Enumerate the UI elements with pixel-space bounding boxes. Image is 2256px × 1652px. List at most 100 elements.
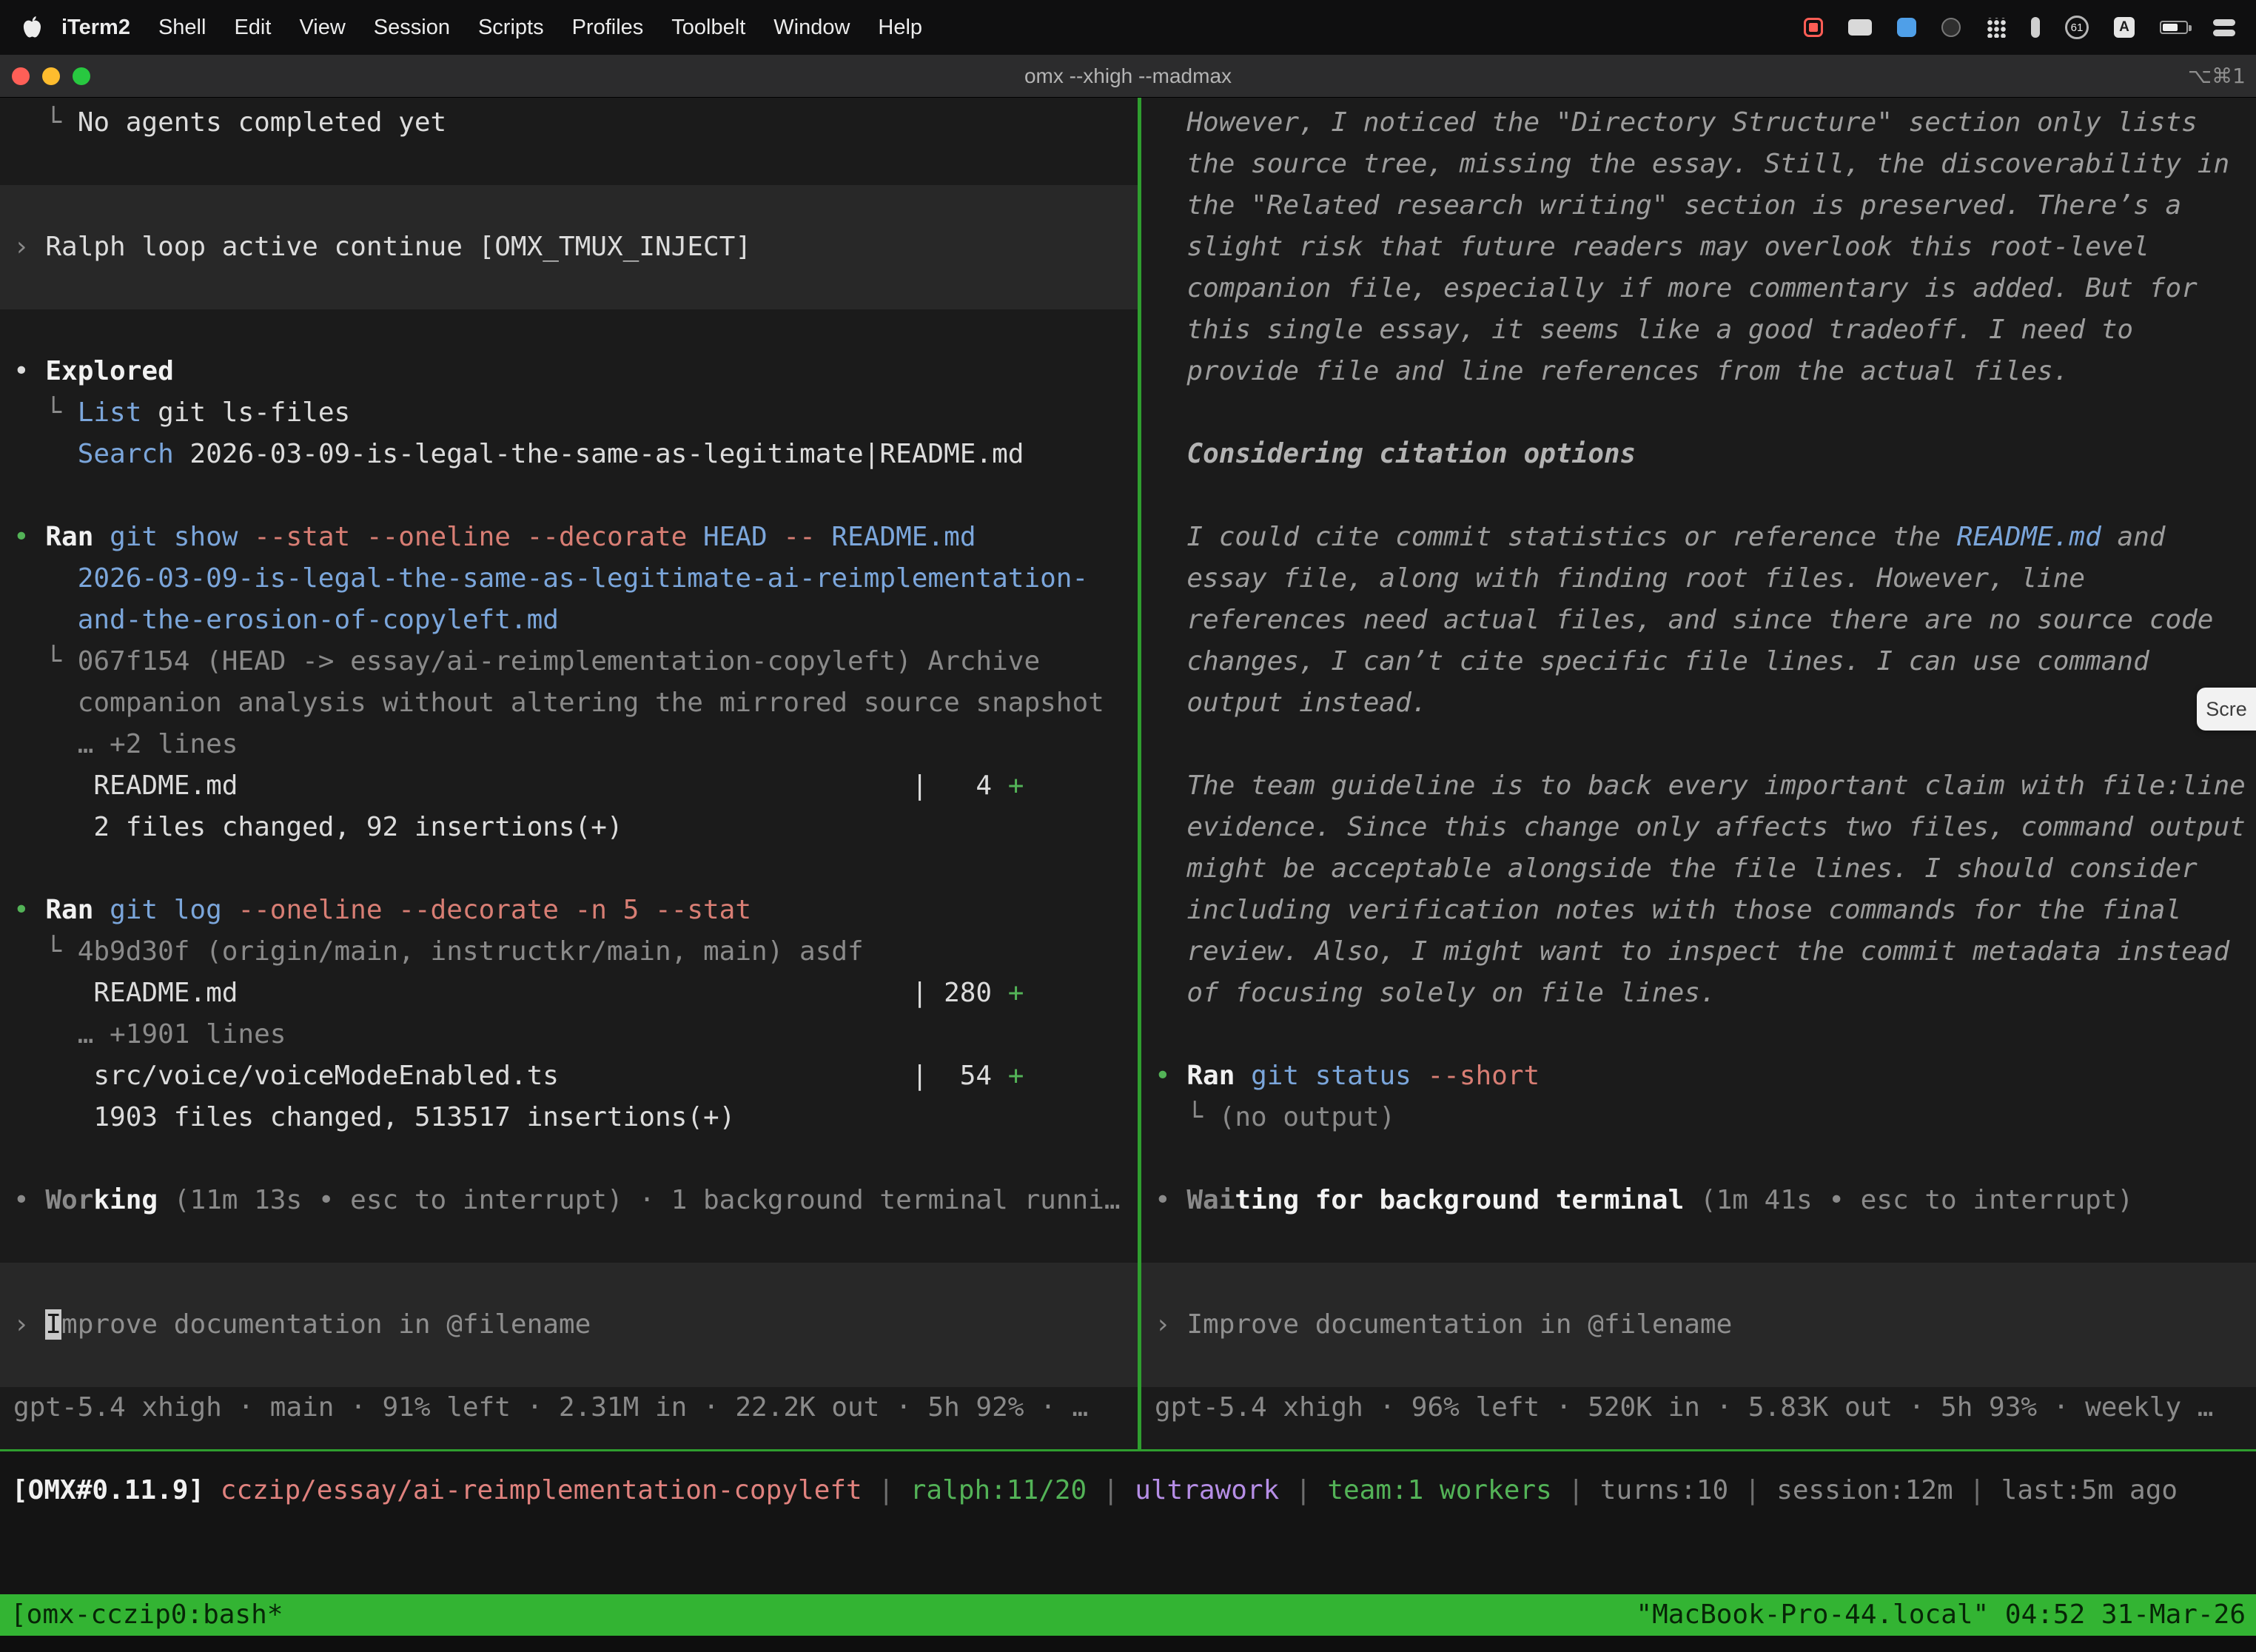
- terminal-line: changes, I can’t cite specific file line…: [1141, 641, 2256, 682]
- tmux-session-window[interactable]: [omx-cczip0:bash*: [10, 1594, 283, 1636]
- text-segment: However, I noticed the "Directory Struct…: [1155, 107, 2198, 138]
- status-segment: [OMX#0.11.9]: [12, 1475, 221, 1505]
- prompt-input[interactable]: › Improve documentation in @filename: [0, 1304, 1138, 1346]
- terminal-pane-right[interactable]: However, I noticed the "Directory Struct…: [1141, 98, 2256, 1449]
- text-segment: --oneline --decorate -n 5 --stat: [222, 895, 751, 925]
- text-segment: ting for background terminal: [1235, 1185, 1684, 1215]
- terminal-line: [1141, 392, 2256, 434]
- thinking-heading: Considering citation options: [1141, 434, 2256, 475]
- status-segment: session:12m: [1776, 1475, 1953, 1505]
- battery-icon[interactable]: [2160, 21, 2188, 34]
- terminal-line: README.md | 4 +: [0, 765, 1138, 807]
- text-segment: README.md: [816, 522, 976, 552]
- session-stats: gpt-5.4 xhigh · 96% left · 520K in · 5.8…: [1141, 1387, 2256, 1428]
- text-segment: Ran: [1186, 1061, 1235, 1091]
- input-source-a-icon[interactable]: A: [2114, 17, 2135, 38]
- menu-item-session[interactable]: Session: [360, 16, 464, 40]
- text-segment: --stat --oneline --decorate: [238, 522, 687, 552]
- text-segment: … +2 lines: [13, 729, 238, 759]
- text-segment: 2 files changed, 92 insertions(+): [13, 812, 623, 842]
- menu-item-window[interactable]: Window: [759, 16, 864, 40]
- app-icon-dark[interactable]: [1941, 18, 1961, 37]
- terminal-line: including verification notes with those …: [1141, 890, 2256, 931]
- text-segment: README.md | 280: [13, 978, 1008, 1008]
- terminal-line: … +1901 lines: [0, 1014, 1138, 1055]
- terminal-line: slight risk that future readers may over…: [1141, 226, 2256, 268]
- menu-item-edit[interactable]: Edit: [220, 16, 285, 40]
- text-segment: README.md | 4: [13, 770, 1008, 801]
- terminal-line: 2 files changed, 92 insertions(+): [0, 807, 1138, 848]
- text-segment: Improve documentation in @filename: [1186, 1309, 1732, 1340]
- screen-recording-icon[interactable]: [1804, 18, 1823, 37]
- text-segment: Ran: [45, 522, 93, 552]
- text-segment: gpt-5.4 xhigh · 96% left · 520K in · 5.8…: [1155, 1392, 2213, 1423]
- menu-item-help[interactable]: Help: [864, 16, 936, 40]
- session-stats: gpt-5.4 xhigh · main · 91% left · 2.31M …: [0, 1387, 1138, 1428]
- text-segment: └: [13, 397, 78, 428]
- terminal-line: essay file, along with finding root file…: [1141, 558, 2256, 600]
- text-segment: including verification notes with those …: [1155, 895, 2181, 925]
- text-segment: mprove documentation in @filename: [61, 1309, 591, 1340]
- text-segment: Considering citation options: [1155, 439, 1636, 469]
- terminal-line: [0, 1221, 1138, 1263]
- dots-grid-icon[interactable]: [1986, 18, 2006, 38]
- menu-item-profiles[interactable]: Profiles: [558, 16, 658, 40]
- terminal-line: [1141, 475, 2256, 517]
- status-segment: last:5m ago: [2001, 1475, 2178, 1505]
- app-icon-blue[interactable]: [1897, 18, 1916, 37]
- terminal-line: 2026-03-09-is-legal-the-same-as-legitima…: [0, 558, 1138, 600]
- terminal-line: [1141, 1221, 2256, 1263]
- tmux-host-clock: "MacBook-Pro-44.local" 04:52 31-Mar-26: [1636, 1594, 2246, 1636]
- text-segment: the source tree, missing the essay. Stil…: [1155, 149, 2229, 179]
- text-segment: evidence. Since this change only affects…: [1155, 812, 2246, 842]
- terminal-line: of focusing solely on file lines.: [1141, 973, 2256, 1014]
- terminal-line: [1141, 1138, 2256, 1180]
- menu-item-shell[interactable]: Shell: [144, 16, 221, 40]
- terminal-line: README.md | 280 +: [0, 973, 1138, 1014]
- terminal-line: However, I noticed the "Directory Struct…: [1141, 102, 2256, 144]
- text-segment: … +1901 lines: [13, 1019, 286, 1050]
- text-segment: slight risk that future readers may over…: [1155, 232, 2149, 262]
- terminal-line: references need actual files, and since …: [1141, 600, 2256, 641]
- window-title: omx --xhigh --madmax: [0, 55, 2256, 98]
- text-segment: and: [2101, 522, 2166, 552]
- terminal-line: might be acceptable alongside the file l…: [1141, 848, 2256, 890]
- text-segment: src/voice/voiceModeEnabled.ts | 54: [13, 1061, 1008, 1091]
- prompt-input[interactable]: › Improve documentation in @filename: [1141, 1304, 2256, 1346]
- terminal-line: └ 4b9d30f (origin/main, instructkr/main,…: [0, 931, 1138, 973]
- status-segment: |: [1728, 1475, 1776, 1505]
- text-segment: king: [93, 1185, 158, 1215]
- apple-menu-icon[interactable]: [21, 16, 43, 38]
- status-working: • Working (11m 13s • esc to interrupt) ·…: [0, 1180, 1138, 1221]
- control-center-icon[interactable]: [2213, 19, 2235, 36]
- text-segment: Wor: [45, 1185, 93, 1215]
- text-segment: ›: [13, 232, 45, 262]
- terminal-pane-left[interactable]: └ No agents completed yet› Ralph loop ac…: [0, 98, 1138, 1449]
- terminal-line: [1141, 1263, 2256, 1304]
- text-segment: provide file and line references from th…: [1155, 356, 2069, 386]
- text-segment: 2026-03-09-is-legal-the-same-as-legitima…: [13, 563, 1088, 594]
- explored-header: • Explored: [0, 351, 1138, 392]
- text-segment: •: [1155, 1061, 1186, 1091]
- badge-61-icon[interactable]: 61: [2065, 16, 2089, 39]
- text-segment: No agents completed yet: [78, 107, 447, 138]
- menu-item-scripts[interactable]: Scripts: [464, 16, 558, 40]
- terminal-line: [0, 848, 1138, 890]
- key-icon[interactable]: [2031, 17, 2040, 38]
- menu-item-toolbelt[interactable]: Toolbelt: [657, 16, 759, 40]
- text-segment: this single essay, it seems like a good …: [1155, 315, 2133, 345]
- text-segment: •: [13, 1185, 45, 1215]
- terminal-line: 1903 files changed, 513517 insertions(+): [0, 1097, 1138, 1138]
- text-segment: •: [13, 356, 45, 386]
- screen-share-tab[interactable]: Scre: [2197, 688, 2256, 731]
- keyboard-icon[interactable]: [1848, 19, 1872, 36]
- terminal-line: the source tree, missing the essay. Stil…: [1141, 144, 2256, 185]
- terminal-line: [0, 1138, 1138, 1180]
- status-waiting: • Waiting for background terminal (1m 41…: [1141, 1180, 2256, 1221]
- menu-item-view[interactable]: View: [285, 16, 359, 40]
- terminal-line: The team guideline is to back every impo…: [1141, 765, 2256, 807]
- menu-items: iTerm2ShellEditViewSessionScriptsProfile…: [43, 16, 936, 40]
- window-title-bar[interactable]: omx --xhigh --madmax ⌥⌘1: [0, 55, 2256, 98]
- menu-item-iterm2[interactable]: iTerm2: [47, 16, 144, 40]
- text-segment: changes, I can’t cite specific file line…: [1155, 646, 2149, 676]
